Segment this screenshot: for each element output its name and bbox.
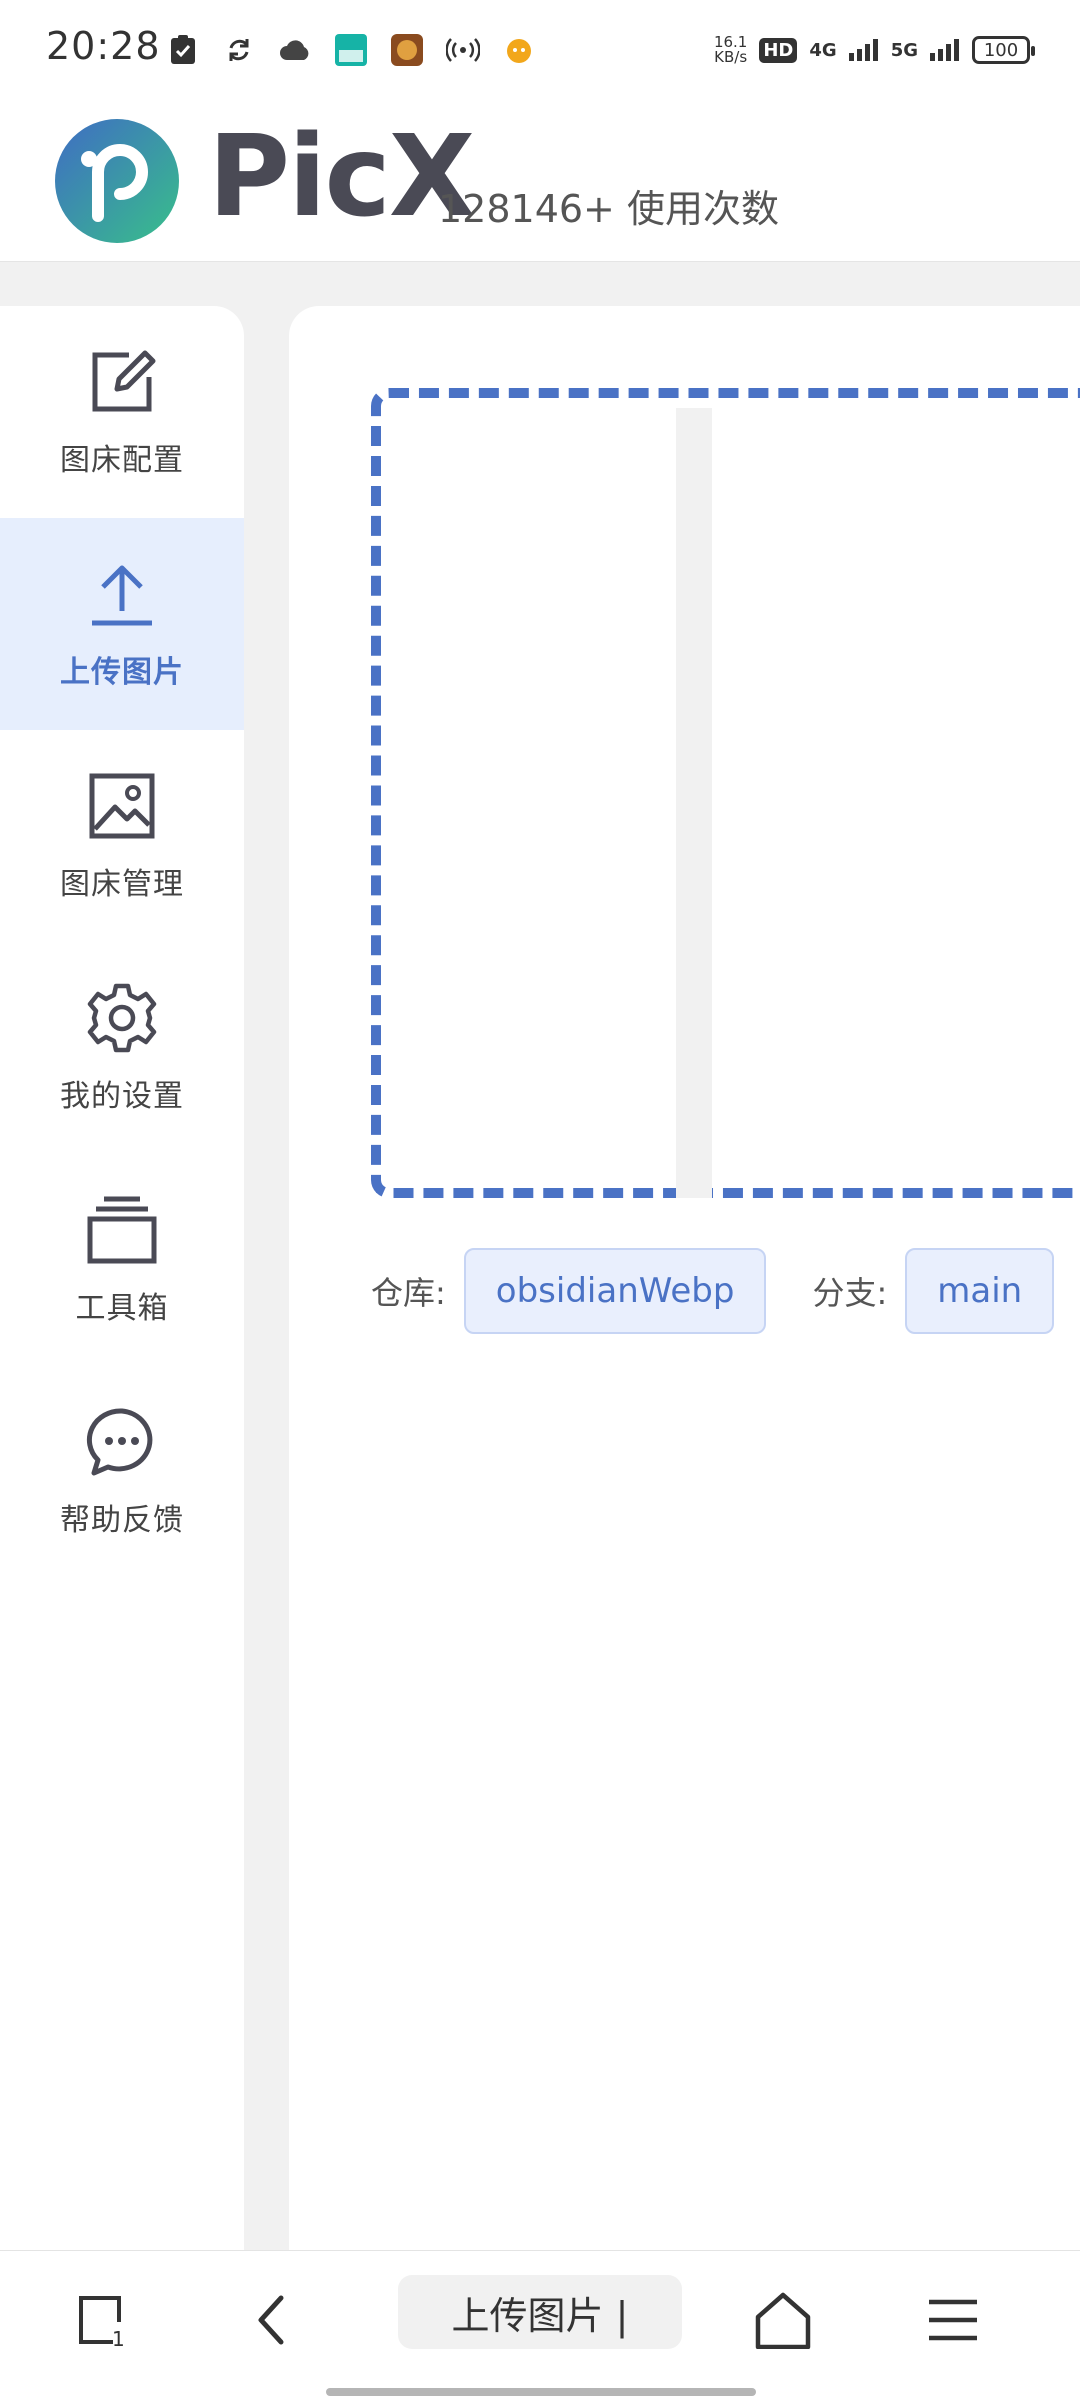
repo-label: 仓库: (371, 1274, 446, 1312)
upload-dropzone[interactable] (371, 388, 1080, 1198)
tab-count: 1 (112, 2327, 125, 2351)
sidebar-item-help[interactable]: 帮助反馈 (0, 1366, 244, 1578)
picx-logo[interactable] (54, 118, 180, 244)
status-notification-icons (165, 30, 537, 70)
branch-chip[interactable]: main (905, 1248, 1055, 1334)
sidebar-item-label: 我的设置 (60, 1079, 184, 1114)
gesture-home-indicator[interactable] (326, 2388, 756, 2396)
status-bar: 20:28 16.1 KB/s HD 4G 5G 100 (0, 0, 1080, 100)
signal-bars-icon (930, 39, 959, 61)
dropzone-divider (676, 408, 712, 1198)
repo-branch-row: 仓库: obsidianWebp 分支: main (371, 1248, 1080, 1334)
boss-app-icon (333, 32, 369, 68)
sidebar-item-label: 帮助反馈 (60, 1503, 184, 1538)
upload-panel: 仓库: obsidianWebp 分支: main (289, 306, 1080, 2250)
toolbox-icon (85, 1193, 159, 1267)
upload-icon (85, 557, 159, 631)
sidebar-item-label: 图床配置 (60, 443, 184, 478)
game-app-icon (389, 32, 425, 68)
browser-bottom-bar: 1 上传图片 | (0, 2250, 1080, 2400)
sidebar-item-imagebed-manage[interactable]: 图床管理 (0, 730, 244, 942)
signal-4g: 4G (809, 39, 837, 61)
home-button[interactable] (738, 2275, 828, 2365)
branch-label: 分支: (812, 1274, 888, 1312)
address-bar[interactable]: 上传图片 | (398, 2275, 682, 2349)
signal-bars-icon (848, 39, 878, 61)
sync-icon (221, 32, 257, 68)
cloud-icon (277, 32, 313, 68)
usage-count: 128146+ 使用次数 (438, 187, 779, 231)
status-time: 20:28 (46, 24, 161, 68)
status-system-icons: 16.1 KB/s HD 4G 5G 100 (714, 30, 1035, 70)
hd-badge: HD (759, 37, 798, 63)
sidebar-item-label: 工具箱 (75, 1291, 169, 1326)
battery-icon: 100 (972, 36, 1035, 64)
chat-icon (85, 1405, 159, 1479)
back-button[interactable] (226, 2275, 316, 2365)
image-icon (85, 769, 159, 843)
clipboard-icon (165, 32, 201, 68)
edit-icon (85, 345, 159, 419)
sidebar-nav: 图床配置 上传图片 图床管理 我的设置 工具箱 帮助反馈 (0, 306, 244, 2250)
menu-icon (929, 2299, 977, 2341)
app-header: PicX 128146+ 使用次数 (0, 100, 1080, 262)
menu-button[interactable] (908, 2275, 998, 2365)
sidebar-item-label: 图床管理 (60, 867, 184, 902)
cat-app-icon (501, 32, 537, 68)
gear-icon (85, 981, 159, 1055)
sidebar-item-upload[interactable]: 上传图片 (0, 518, 244, 730)
network-speed-unit: KB/s (714, 48, 748, 66)
sidebar-item-imagebed-config[interactable]: 图床配置 (0, 306, 244, 518)
sidebar-item-toolbox[interactable]: 工具箱 (0, 1154, 244, 1366)
sidebar-item-label: 上传图片 (60, 655, 184, 690)
home-icon (755, 2292, 811, 2349)
sidebar-item-settings[interactable]: 我的设置 (0, 942, 244, 1154)
back-icon (258, 2295, 284, 2345)
tabs-button[interactable]: 1 (58, 2275, 148, 2365)
signal-5g: 5G (890, 39, 918, 61)
repo-chip[interactable]: obsidianWebp (463, 1248, 767, 1334)
hotspot-icon (445, 32, 481, 68)
brand-name: PicX (208, 112, 475, 242)
network-speed: 16.1 KB/s (714, 35, 747, 65)
